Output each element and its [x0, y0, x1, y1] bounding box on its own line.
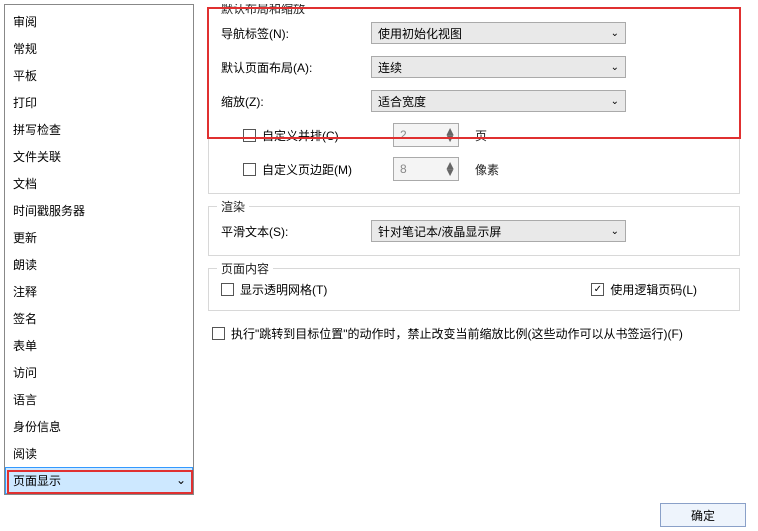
group-title: 页面内容: [217, 260, 273, 277]
settings-panel: 默认布局和缩放 导航标签(N): 使用初始化视图 ⌄ 默认页面布局(A): 连续…: [194, 4, 754, 495]
sidebar-item[interactable]: 访问: [5, 359, 193, 386]
smooth-text-select[interactable]: 针对笔记本/液晶显示屏 ⌄: [371, 220, 626, 242]
sidebar-item[interactable]: 注释: [5, 278, 193, 305]
custom-margin-value: 8: [400, 162, 407, 176]
custom-margin-spinner[interactable]: 8 ▲▼: [393, 157, 459, 181]
sidebar-item[interactable]: 签名: [5, 305, 193, 332]
group-page-content: 页面内容 显示透明网格(T) ✓ 使用逻辑页码(L): [208, 268, 740, 311]
smooth-text-label: 平滑文本(S):: [221, 223, 371, 240]
sidebar-item[interactable]: 平板: [5, 62, 193, 89]
custom-margin-checkbox[interactable]: [243, 163, 256, 176]
dialog-footer: 确定: [660, 503, 746, 527]
chevron-down-icon: ⌄: [611, 96, 619, 107]
custom-tile-checkbox[interactable]: [243, 129, 256, 142]
sidebar-item[interactable]: 常规: [5, 35, 193, 62]
custom-tile-label: 自定义并排(C): [262, 127, 339, 144]
sidebar-item[interactable]: 时间戳服务器: [5, 197, 193, 224]
sidebar-item[interactable]: 拼写检查: [5, 116, 193, 143]
group-title: 渲染: [217, 198, 249, 215]
zoom-select[interactable]: 适合宽度 ⌄: [371, 90, 626, 112]
sidebar-item[interactable]: 语言: [5, 386, 193, 413]
chevron-down-icon: ⌄: [611, 226, 619, 237]
category-sidebar[interactable]: 全屏创建PDF历史记录安全审阅常规平板打印拼写检查文件关联文档时间戳服务器更新朗…: [5, 5, 193, 494]
noscroll-checkbox[interactable]: [212, 327, 225, 340]
sidebar-item[interactable]: 文档: [5, 170, 193, 197]
down-arrow-icon: ▼: [444, 169, 456, 176]
show-grid-checkbox[interactable]: [221, 283, 234, 296]
down-arrow-icon: ▼: [444, 135, 456, 142]
custom-tile-spinner[interactable]: 2 ▲▼: [393, 123, 459, 147]
page-layout-label: 默认页面布局(A):: [221, 59, 371, 76]
sidebar-item[interactable]: 文件关联: [5, 143, 193, 170]
group-title: 默认布局和缩放: [217, 4, 309, 17]
custom-margin-unit: 像素: [475, 161, 499, 178]
show-grid-label: 显示透明网格(T): [240, 281, 327, 298]
custom-tile-value: 2: [400, 128, 407, 142]
sidebar-item[interactable]: 表单: [5, 332, 193, 359]
sidebar-item[interactable]: 打印: [5, 89, 193, 116]
sidebar-item[interactable]: 阅读: [5, 440, 193, 467]
sidebar-item[interactable]: 朗读: [5, 251, 193, 278]
sidebar-item[interactable]: 审阅: [5, 8, 193, 35]
group-render: 渲染 平滑文本(S): 针对笔记本/液晶显示屏 ⌄: [208, 206, 740, 256]
zoom-value: 适合宽度: [378, 93, 426, 110]
ok-label: 确定: [691, 507, 715, 524]
group-default-layout: 默认布局和缩放 导航标签(N): 使用初始化视图 ⌄ 默认页面布局(A): 连续…: [208, 8, 740, 194]
chevron-down-icon: ⌄: [176, 473, 186, 487]
custom-tile-unit: 页: [475, 127, 487, 144]
zoom-label: 缩放(Z):: [221, 93, 371, 110]
ok-button[interactable]: 确定: [660, 503, 746, 527]
custom-margin-label: 自定义页边距(M): [262, 161, 352, 178]
nav-tab-value: 使用初始化视图: [378, 25, 462, 42]
smooth-text-value: 针对笔记本/液晶显示屏: [378, 223, 501, 240]
chevron-down-icon: ⌄: [611, 62, 619, 73]
nav-tab-label: 导航标签(N):: [221, 25, 371, 42]
page-layout-select[interactable]: 连续 ⌄: [371, 56, 626, 78]
sidebar-item[interactable]: 身份信息: [5, 413, 193, 440]
logical-page-label: 使用逻辑页码(L): [610, 281, 697, 298]
chevron-down-icon: ⌄: [611, 28, 619, 39]
sidebar-item[interactable]: 更新: [5, 224, 193, 251]
page-layout-value: 连续: [378, 59, 402, 76]
sidebar-container: 全屏创建PDF历史记录安全审阅常规平板打印拼写检查文件关联文档时间戳服务器更新朗…: [4, 4, 194, 495]
noscroll-label: 执行"跳转到目标位置"的动作时，禁止改变当前缩放比例(这些动作可以从书签运行)(…: [231, 325, 683, 342]
sidebar-item[interactable]: 页面显示⌄: [5, 467, 193, 494]
nav-tab-select[interactable]: 使用初始化视图 ⌄: [371, 22, 626, 44]
logical-page-checkbox[interactable]: ✓: [591, 283, 604, 296]
